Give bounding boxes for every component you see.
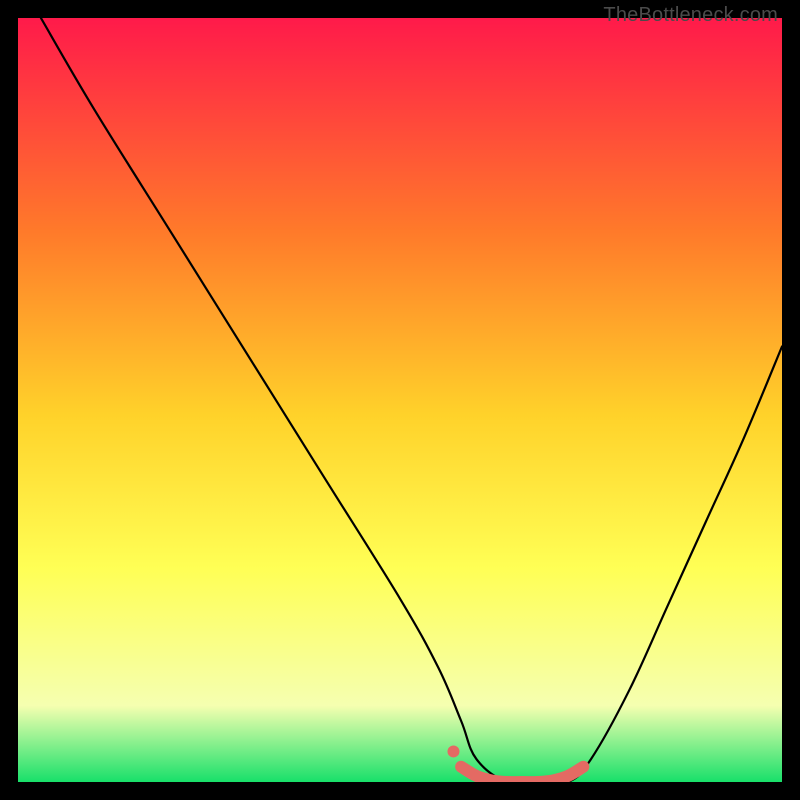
gradient-background	[18, 18, 782, 782]
optimal-start-dot	[447, 745, 459, 757]
chart-frame: TheBottleneck.com	[0, 0, 800, 800]
chart-plot-area	[18, 18, 782, 782]
chart-svg	[18, 18, 782, 782]
